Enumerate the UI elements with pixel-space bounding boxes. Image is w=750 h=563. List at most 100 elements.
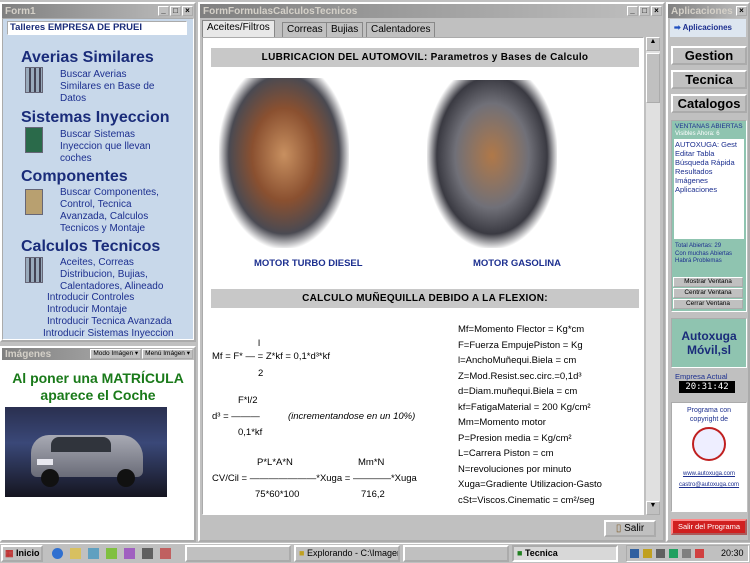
logo-line1: Autoxuga <box>681 329 737 343</box>
form1-titlebar[interactable]: Form1 _ □ × <box>2 4 194 18</box>
ventana-item[interactable]: Búsqueda Rápida <box>675 158 743 167</box>
legend-item: F=Fuerza EmpujePiston = Kg <box>458 339 583 351</box>
taskbar-item-empty[interactable] <box>185 545 291 562</box>
menu-catalogos-button[interactable]: Catalogos <box>671 94 747 113</box>
formula3-bottom1: 75*60*100 <box>255 489 300 500</box>
legend-item: Z=Mod.Resist.sec.circ.=0,1d³ <box>458 370 582 382</box>
minimize-button[interactable]: _ <box>627 6 638 16</box>
quicklaunch-app4-icon[interactable] <box>160 548 171 559</box>
tab-correas[interactable]: Correas <box>282 22 328 37</box>
section-text-componentes[interactable]: Buscar Componentes, Control, Tecnica Ava… <box>60 187 170 235</box>
link-montaje[interactable]: Introducir Montaje <box>47 304 127 315</box>
start-button[interactable]: ▦ Inicio <box>1 545 43 562</box>
quicklaunch-outlook-icon[interactable] <box>70 548 81 559</box>
taskbar-item-label: Explorando - C:\Imagen... <box>306 548 400 558</box>
visibles-count: Visibles Ahora: 6 <box>675 131 720 137</box>
close-button[interactable]: × <box>736 6 747 16</box>
scroll-thumb[interactable] <box>646 53 660 103</box>
link-sistemas-inyeccion[interactable]: Introducir Sistemas Inyeccion <box>43 328 174 339</box>
quicklaunch-app-icon[interactable] <box>106 548 117 559</box>
system-tray: 20:30 <box>626 545 749 562</box>
url-link[interactable]: www.autoxuga.com <box>672 471 746 477</box>
section-text-inyeccion[interactable]: Buscar Sistemas Inyeccion que llevan coc… <box>60 129 170 165</box>
tray-icon[interactable] <box>643 549 652 558</box>
tab-bujias[interactable]: Bujias <box>326 22 364 37</box>
formulas-titlebar[interactable]: FormFormulasCalculosTecnicos _ □ × <box>200 4 663 18</box>
calculos-icon[interactable] <box>25 257 43 283</box>
logo-line2: Móvil,sl <box>686 343 731 357</box>
ventana-item[interactable]: Editar Tabla <box>675 149 743 158</box>
modo-imagen-dropdown[interactable]: Modo Imágen ▾ <box>90 349 142 359</box>
ventana-item[interactable]: Imágenes <box>675 176 743 185</box>
mostrar-ventana-button[interactable]: Mostrar Ventana <box>673 277 743 287</box>
section-title-componentes[interactable]: Componentes <box>21 168 128 186</box>
formula3-bottom2: 716,2 <box>361 489 385 500</box>
tab-aceites-filtros[interactable]: Aceites/Filtros <box>202 20 275 37</box>
section-title-averias[interactable]: Averias Similares <box>21 49 154 67</box>
form1-body: Talleres EMPRESA DE PRUEI Averias Simila… <box>2 18 194 340</box>
link-controles[interactable]: Introducir Controles <box>47 292 134 303</box>
formula3-top1: P*L*A*N <box>257 457 293 468</box>
formula1-top: l <box>258 338 261 349</box>
exit-program-button[interactable]: Salir del Programa <box>671 519 747 535</box>
close-button[interactable]: × <box>651 6 662 16</box>
legend-item: Mf=Momento Flector = Kg*cm <box>458 324 585 335</box>
maximize-button[interactable]: □ <box>170 6 181 16</box>
imagenes-window[interactable]: Imágenes Modo Imágen ▾ Menú Imágen ▾ Al p… <box>0 346 196 542</box>
scroll-up-button[interactable]: ▲ <box>646 37 660 51</box>
quicklaunch-ie-icon[interactable] <box>52 548 63 559</box>
taskbar-item-explorando[interactable]: ■ Explorando - C:\Imagen... <box>294 545 400 562</box>
engine-label-diesel: MOTOR TURBO DIESEL <box>254 258 363 269</box>
averias-icon[interactable] <box>25 67 43 93</box>
formula3-top2: Mm*N <box>358 457 385 468</box>
menu-tecnica-button[interactable]: Tecnica <box>671 70 747 89</box>
quicklaunch-app3-icon[interactable] <box>142 548 153 559</box>
salir-label: Salir <box>624 523 645 534</box>
aplicaciones-header-label: Aplicaciones <box>682 23 732 32</box>
ventana-item[interactable]: Aplicaciones <box>675 185 743 194</box>
tab-calentadores[interactable]: Calentadores <box>366 22 436 37</box>
total-abiertas: Total Abiertas: 29 <box>675 243 722 249</box>
tray-icon[interactable] <box>656 549 665 558</box>
email-link[interactable]: castro@autoxuga.com <box>672 482 746 488</box>
ventanas-list[interactable]: AUTOXUGA: Gest Editar Tabla Búsqueda Ráp… <box>674 139 744 239</box>
volume-icon[interactable] <box>682 549 691 558</box>
section-text-calculos[interactable]: Aceites, Correas Distribucion, Bujias, C… <box>60 257 170 293</box>
imagenes-headline: Al poner una MATRÍCULA aparece el Coche <box>12 370 184 403</box>
section-text-averias[interactable]: Buscar Averias Similares en Base de Dato… <box>60 69 160 105</box>
vertical-scrollbar[interactable]: ▲ ▼ <box>646 37 660 515</box>
tray-icon[interactable] <box>630 549 639 558</box>
minimize-button[interactable]: _ <box>158 6 169 16</box>
quicklaunch-app2-icon[interactable] <box>124 548 135 559</box>
componentes-icon[interactable] <box>25 189 43 215</box>
salir-button[interactable]: ▯ Salir <box>604 520 656 537</box>
empresa-label: Empresa Actual <box>675 372 728 381</box>
taskbar-item-empty[interactable] <box>403 545 509 562</box>
taskbar-item-tecnica[interactable]: ■ Tecnica <box>512 545 618 562</box>
aplicaciones-titlebar[interactable]: Aplicaciones × <box>668 4 748 18</box>
tray-clock[interactable]: 20:30 <box>721 548 744 558</box>
imagenes-titlebar[interactable]: Imágenes Modo Imágen ▾ Menú Imágen ▾ <box>2 348 194 360</box>
menu-gestion-button[interactable]: Gestion <box>671 46 747 65</box>
scroll-down-button[interactable]: ▼ <box>646 501 660 515</box>
link-tecnica-avanzada[interactable]: Introducir Tecnica Avanzada <box>47 316 172 327</box>
quicklaunch-desktop-icon[interactable] <box>88 548 99 559</box>
formulas-window[interactable]: FormFormulasCalculosTecnicos _ □ × Aceites… <box>198 2 665 542</box>
maximize-button[interactable]: □ <box>639 6 650 16</box>
tray-icon[interactable] <box>695 549 704 558</box>
ventana-item[interactable]: AUTOXUGA: Gest <box>675 140 743 149</box>
section-title-inyeccion[interactable]: Sistemas Inyeccion <box>21 109 170 127</box>
close-button[interactable]: × <box>182 6 193 16</box>
menu-imagen-dropdown[interactable]: Menú Imágen ▾ <box>142 349 193 359</box>
form1-window[interactable]: Form1 _ □ × Talleres EMPRESA DE PRUEI Aver… <box>0 2 196 342</box>
ventana-item[interactable]: Resultados <box>675 167 743 176</box>
tray-icon[interactable] <box>669 549 678 558</box>
cerrar-ventana-button[interactable]: Cerrar Ventana <box>673 299 743 309</box>
aplicaciones-header[interactable]: ➡ Aplicaciones <box>670 19 746 37</box>
imagenes-title: Imágenes <box>5 348 52 360</box>
section-title-calculos[interactable]: Calculos Tecnicos <box>21 238 160 256</box>
centrar-ventana-button[interactable]: Centrar Ventana <box>673 288 743 298</box>
app-icon: ■ <box>517 548 523 558</box>
car-wheel <box>41 469 59 487</box>
inyeccion-icon[interactable] <box>25 127 43 153</box>
